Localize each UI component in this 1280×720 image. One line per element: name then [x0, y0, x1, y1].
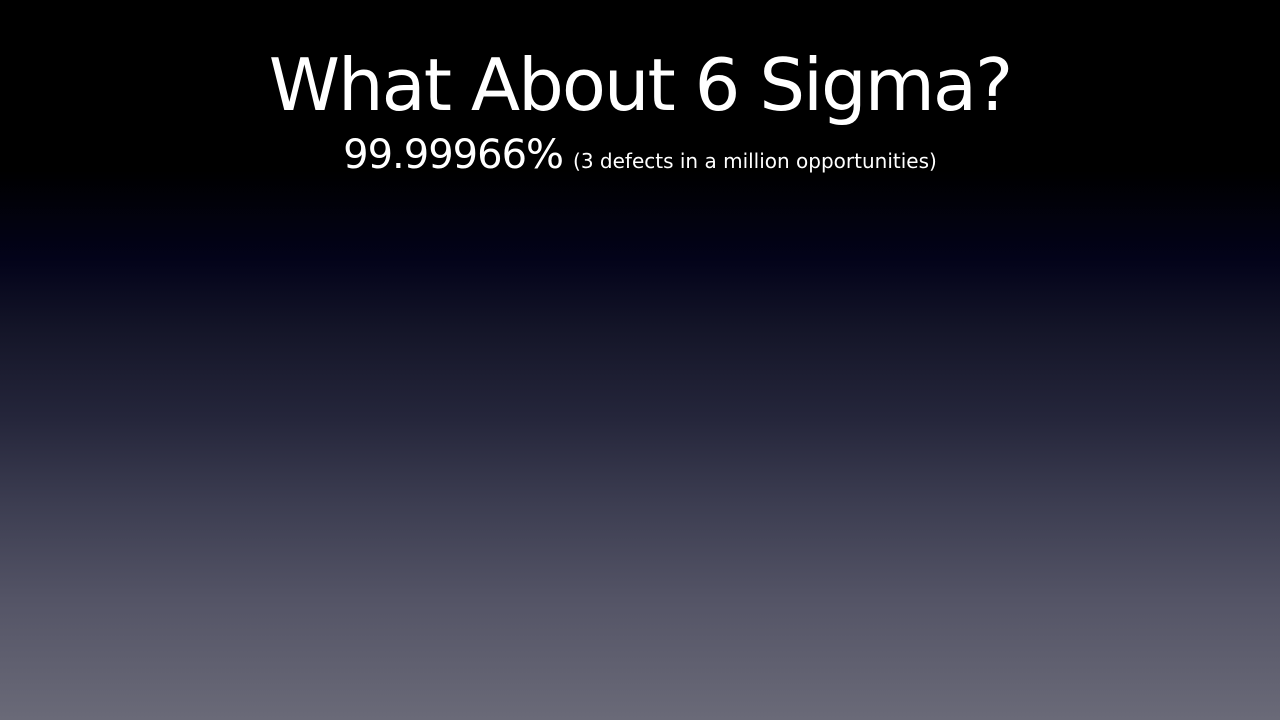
slide: What About 6 Sigma? 99.99966% (3 defects …: [0, 0, 1280, 720]
subtitle-note: (3 defects in a million opportunities): [573, 149, 937, 173]
subtitle-value: 99.99966%: [343, 132, 564, 178]
slide-subtitle: 99.99966% (3 defects in a million opportu…: [0, 130, 1280, 189]
slide-title: What About 6 Sigma?: [268, 43, 1013, 127]
